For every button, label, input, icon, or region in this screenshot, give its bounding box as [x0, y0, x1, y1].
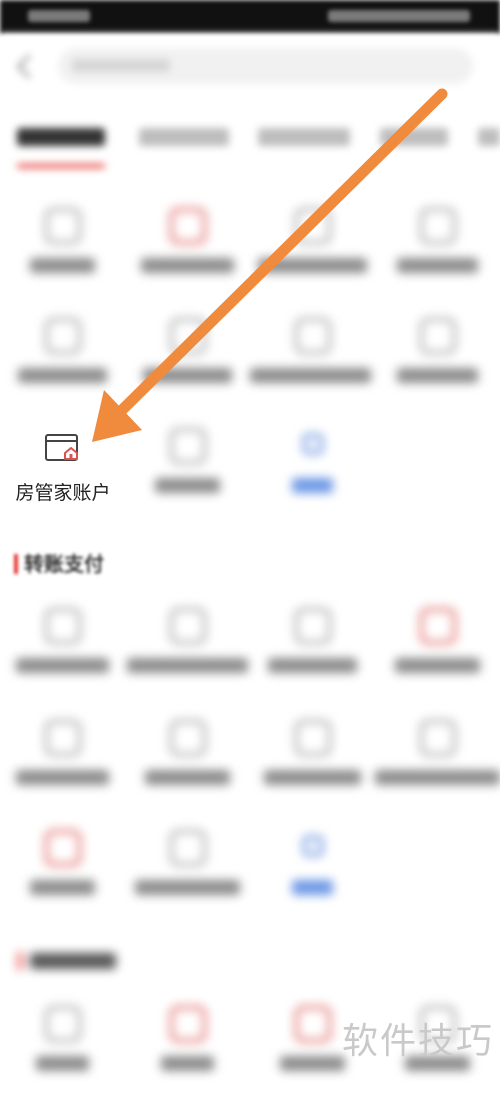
grid-item[interactable]	[0, 712, 125, 812]
grid-item[interactable]	[125, 822, 250, 922]
transfer-icon	[420, 720, 456, 756]
transfer-icon	[170, 720, 206, 756]
grid-item[interactable]	[375, 310, 500, 410]
tab-active[interactable]	[17, 128, 105, 146]
search-placeholder-blur	[72, 59, 170, 72]
grid-item[interactable]	[250, 420, 375, 520]
grid-item[interactable]	[250, 310, 375, 410]
more-icon	[303, 434, 323, 454]
status-bar	[0, 0, 500, 34]
category-tabs	[0, 112, 500, 176]
grid-item[interactable]	[125, 998, 250, 1098]
service-icon	[45, 1006, 81, 1042]
transfer-icon	[295, 720, 331, 756]
section-title-next	[18, 950, 118, 972]
account-icon	[45, 318, 81, 354]
account-icon	[295, 208, 331, 244]
grid-item[interactable]	[125, 420, 250, 520]
status-right-blur	[328, 10, 470, 22]
watermark-text: 软件技巧	[341, 1021, 494, 1062]
tab-item[interactable]	[380, 128, 448, 146]
transfer-icon	[295, 608, 331, 644]
grid-item[interactable]	[375, 712, 500, 812]
transfer-icon	[45, 830, 81, 866]
grid-item[interactable]	[125, 600, 250, 700]
house-manager-account-item[interactable]: 房管家账户	[0, 426, 126, 516]
tab-item[interactable]	[258, 128, 350, 146]
grid-item[interactable]	[250, 822, 375, 922]
transfer-icon	[170, 608, 206, 644]
grid-item[interactable]	[250, 712, 375, 812]
transfer-icon	[45, 608, 81, 644]
section-title-transfer: 转账支付	[14, 548, 104, 577]
search-input[interactable]	[58, 48, 473, 84]
house-card-icon	[45, 434, 78, 461]
account-icon	[420, 208, 456, 244]
top-bar	[0, 34, 500, 100]
tab-item[interactable]	[478, 128, 500, 146]
transfer-icon	[420, 608, 456, 644]
grid-item[interactable]	[250, 200, 375, 300]
account-icon	[45, 208, 81, 244]
tab-item[interactable]	[139, 128, 229, 146]
grid-item[interactable]	[0, 822, 125, 922]
account-icon	[170, 318, 206, 354]
grid-item[interactable]	[125, 310, 250, 410]
account-icon	[295, 318, 331, 354]
account-icon	[170, 428, 206, 464]
grid-item[interactable]	[0, 998, 125, 1098]
service-icon	[170, 1006, 206, 1042]
back-icon[interactable]	[16, 54, 41, 79]
more-icon	[303, 836, 323, 856]
service-icon	[295, 1006, 331, 1042]
grid-item[interactable]	[375, 200, 500, 300]
section-accent-bar	[14, 554, 18, 574]
grid-item[interactable]	[0, 200, 125, 300]
transfer-icon	[170, 830, 206, 866]
grid-item[interactable]	[0, 600, 125, 700]
status-left-blur	[28, 10, 90, 22]
house-manager-account-label: 房管家账户	[15, 482, 111, 504]
grid-item[interactable]	[375, 600, 500, 700]
account-icon	[420, 318, 456, 354]
section-title-text: 转账支付	[24, 552, 104, 576]
grid-item[interactable]	[0, 310, 125, 410]
transfer-icon	[45, 720, 81, 756]
grid-item[interactable]	[250, 600, 375, 700]
grid-item[interactable]	[125, 712, 250, 812]
account-icon	[170, 208, 206, 244]
tab-underline	[17, 164, 105, 168]
grid-item[interactable]	[125, 200, 250, 300]
